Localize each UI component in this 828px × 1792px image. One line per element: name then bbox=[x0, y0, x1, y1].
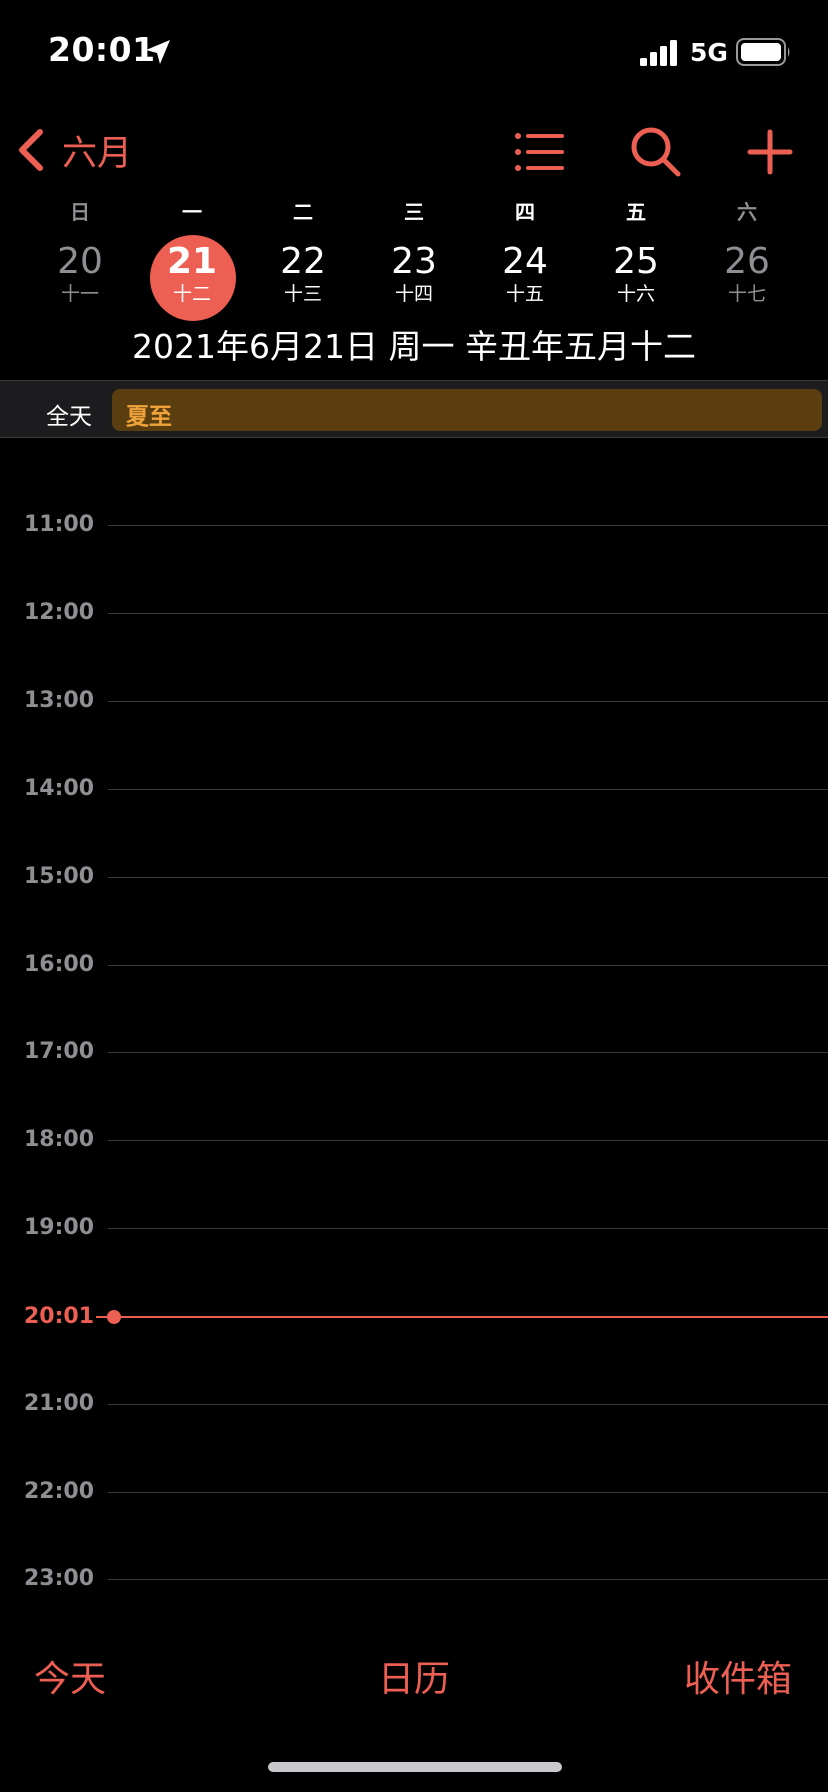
home-indicator[interactable] bbox=[268, 1762, 562, 1772]
lunar-date: 十四 bbox=[394, 283, 433, 305]
date-cell-selected[interactable]: 21 十二 bbox=[147, 232, 237, 322]
day-timeline[interactable]: 11:00 12:00 13:00 14:00 15:00 16:00 17:0… bbox=[0, 438, 828, 1598]
hour-gridline bbox=[108, 613, 828, 614]
date-number: 26 bbox=[724, 241, 770, 282]
nav-bar: 六月 bbox=[0, 104, 828, 194]
date-number: 25 bbox=[613, 241, 659, 282]
hour-label: 19:00 bbox=[23, 1215, 94, 1240]
date-cell[interactable]: 26 十七 bbox=[702, 232, 792, 322]
lunar-date: 十五 bbox=[505, 283, 544, 305]
bottom-toolbar: 今天 日历 收件箱 bbox=[0, 1640, 828, 1710]
hour-label: 23:00 bbox=[23, 1566, 94, 1591]
all-day-row: 全天 夏至 bbox=[0, 380, 828, 438]
current-time-dot bbox=[107, 1310, 121, 1324]
date-number: 24 bbox=[502, 241, 548, 282]
hour-row: 17:00 bbox=[0, 1037, 828, 1067]
hour-gridline bbox=[108, 877, 828, 878]
hour-label: 16:00 bbox=[23, 952, 94, 977]
hour-row: 19:00 bbox=[0, 1213, 828, 1243]
weekday-header-row: 日 一 二 三 四 五 六 bbox=[0, 196, 828, 224]
date-cell[interactable]: 23 十四 bbox=[369, 232, 459, 322]
hour-label: 17:00 bbox=[23, 1039, 94, 1064]
all-day-label: 全天 bbox=[46, 404, 92, 430]
weekday-label: 五 bbox=[626, 200, 646, 224]
add-event-icon[interactable] bbox=[742, 124, 798, 180]
lunar-date: 十七 bbox=[727, 283, 766, 305]
selected-full-date: 2021年6月21日 周一 辛丑年五月十二 bbox=[132, 327, 696, 366]
date-cell[interactable]: 25 十六 bbox=[591, 232, 681, 322]
hour-gridline bbox=[108, 1052, 828, 1053]
cellular-signal-icon bbox=[640, 40, 677, 66]
status-time: 20:01 bbox=[48, 30, 156, 69]
hour-label: 12:00 bbox=[23, 600, 94, 625]
network-type: 5G bbox=[690, 38, 728, 67]
hour-row: 23:00 bbox=[0, 1564, 828, 1594]
hour-label: 18:00 bbox=[23, 1127, 94, 1152]
current-time-label: 20:01 bbox=[23, 1304, 94, 1329]
hour-row: 22:00 bbox=[0, 1477, 828, 1507]
weekday-label: 二 bbox=[293, 200, 313, 224]
hour-gridline bbox=[108, 789, 828, 790]
hour-row: 11:00 bbox=[0, 510, 828, 540]
hour-row: 14:00 bbox=[0, 774, 828, 804]
date-number: 20 bbox=[57, 241, 103, 282]
week-dates-row: 20 十一 21 十二 22 十三 23 十四 24 十五 25 十六 26 十… bbox=[0, 232, 828, 324]
hour-row: 16:00 bbox=[0, 950, 828, 980]
lunar-date: 十六 bbox=[616, 283, 655, 305]
hour-row: 18:00 bbox=[0, 1125, 828, 1155]
weekday-label: 一 bbox=[182, 200, 202, 224]
hour-label: 22:00 bbox=[23, 1479, 94, 1504]
current-time-line bbox=[114, 1316, 828, 1318]
battery-icon bbox=[736, 38, 790, 66]
hour-row: 12:00 bbox=[0, 598, 828, 628]
status-bar: 20:01 5G bbox=[0, 0, 828, 104]
search-icon[interactable] bbox=[628, 124, 684, 180]
date-cell[interactable]: 20 十一 bbox=[35, 232, 125, 322]
date-number: 22 bbox=[280, 241, 326, 282]
all-day-event[interactable]: 夏至 bbox=[112, 389, 822, 431]
hour-gridline bbox=[108, 1492, 828, 1493]
list-view-icon[interactable] bbox=[510, 124, 566, 180]
back-label: 六月 bbox=[62, 133, 133, 174]
calendars-button[interactable]: 日历 bbox=[378, 1650, 450, 1702]
inbox-button[interactable]: 收件箱 bbox=[684, 1650, 792, 1702]
hour-label: 11:00 bbox=[23, 512, 94, 537]
weekday-label: 日 bbox=[70, 200, 90, 224]
hour-gridline bbox=[108, 525, 828, 526]
hour-label: 15:00 bbox=[23, 864, 94, 889]
date-cell[interactable]: 24 十五 bbox=[480, 232, 570, 322]
date-number: 23 bbox=[391, 241, 437, 282]
hour-gridline bbox=[108, 1228, 828, 1229]
date-number: 21 bbox=[166, 241, 218, 282]
event-title: 夏至 bbox=[126, 404, 172, 430]
hour-gridline bbox=[108, 701, 828, 702]
hour-row: 13:00 bbox=[0, 686, 828, 716]
hour-gridline bbox=[108, 965, 828, 966]
back-to-month-button[interactable]: 六月 bbox=[14, 122, 132, 178]
hour-label: 14:00 bbox=[23, 776, 94, 801]
hour-gridline bbox=[108, 1579, 828, 1580]
lunar-date: 十二 bbox=[172, 283, 211, 305]
today-button[interactable]: 今天 bbox=[34, 1650, 106, 1702]
chevron-left-icon bbox=[19, 129, 43, 171]
location-arrow-icon bbox=[146, 40, 170, 64]
hour-gridline bbox=[108, 1404, 828, 1405]
weekday-label: 三 bbox=[404, 200, 424, 224]
current-time-indicator: 20:01 bbox=[0, 1302, 828, 1332]
weekday-label: 四 bbox=[515, 200, 535, 224]
weekday-label: 六 bbox=[737, 200, 757, 224]
hour-gridline bbox=[108, 1140, 828, 1141]
hour-row: 15:00 bbox=[0, 862, 828, 892]
lunar-date: 十三 bbox=[283, 283, 322, 305]
hour-row: 21:00 bbox=[0, 1389, 828, 1419]
hour-label: 21:00 bbox=[23, 1391, 94, 1416]
lunar-date: 十一 bbox=[60, 283, 99, 305]
date-cell[interactable]: 22 十三 bbox=[258, 232, 348, 322]
hour-label: 13:00 bbox=[23, 688, 94, 713]
